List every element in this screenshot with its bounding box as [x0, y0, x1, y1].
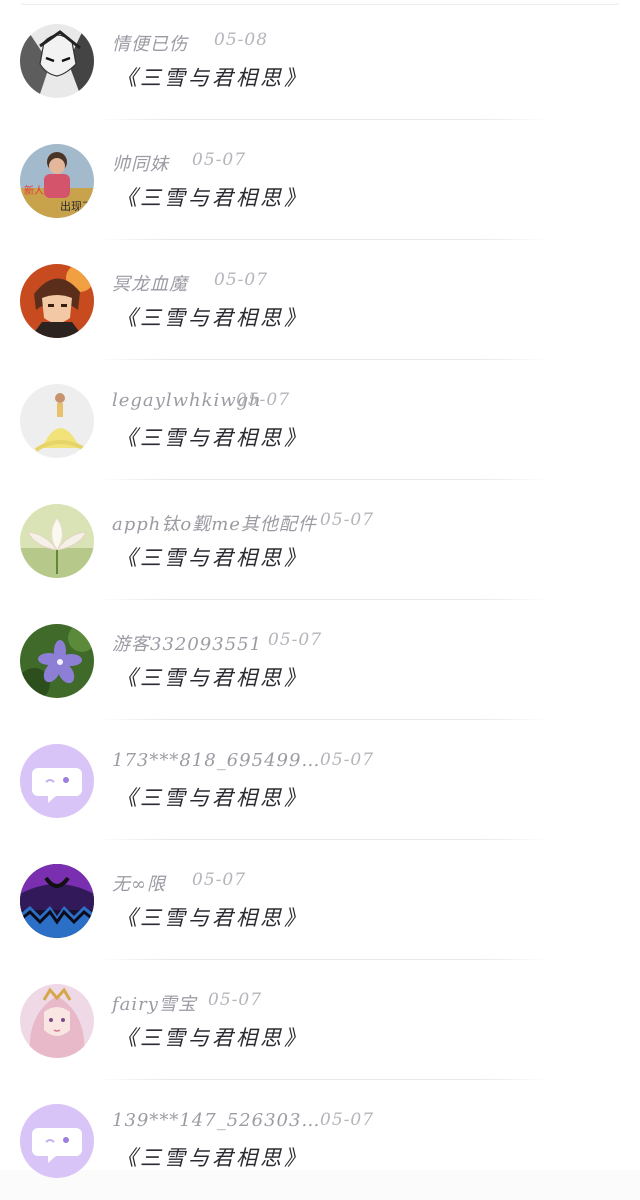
comment-meta: apph钛o觐me其他配件 05-07: [112, 510, 373, 538]
lotus-flower-avatar[interactable]: [20, 504, 94, 578]
svg-text:出现了: 出现了: [60, 199, 93, 213]
username[interactable]: apph钛o觐me其他配件: [112, 514, 317, 535]
comment-meta: 无∞限 05-07: [112, 870, 245, 898]
comment-row[interactable]: 情便已伤 05-08 《三雪与君相思》: [0, 0, 640, 120]
comment-text: 《三雪与君相思》: [116, 546, 308, 570]
purple-flower-avatar[interactable]: [20, 624, 94, 698]
comment-date: 05-07: [236, 390, 291, 410]
comment-meta: 173***818_695499… 05-07: [112, 750, 373, 778]
comment-meta: legaylwhkiwgh 05-07: [112, 390, 289, 418]
comment-row[interactable]: legaylwhkiwgh 05-07 《三雪与君相思》: [0, 360, 640, 480]
username[interactable]: 冥龙血魔: [112, 274, 188, 295]
fairy-princess-avatar[interactable]: [20, 984, 94, 1058]
comment-text: 《三雪与君相思》: [116, 906, 308, 930]
username[interactable]: fairy雪宝: [112, 994, 197, 1015]
comment-meta: fairy雪宝 05-07: [112, 990, 261, 1018]
username[interactable]: 情便已伤: [112, 34, 188, 55]
comment-date: 05-07: [192, 870, 247, 890]
comment-row[interactable]: 游客332093551 05-07 《三雪与君相思》: [0, 600, 640, 720]
svg-text:新人: 新人: [24, 184, 44, 197]
comment-row[interactable]: 无∞限 05-07 《三雪与君相思》: [0, 840, 640, 960]
comment-date: 05-07: [320, 1110, 375, 1130]
comment-text: 《三雪与君相思》: [116, 66, 308, 90]
comment-text: 《三雪与君相思》: [116, 186, 308, 210]
dark-abstract-avatar[interactable]: [20, 864, 94, 938]
child-photo-avatar[interactable]: 新人出现了: [20, 144, 94, 218]
comment-meta: 情便已伤 05-08: [112, 30, 267, 58]
comment-row[interactable]: 新人出现了 帅同妹 05-07 《三雪与君相思》: [0, 120, 640, 240]
comment-list: 情便已伤 05-08 《三雪与君相思》 新人出现了 帅同妹 05-07 《三雪与…: [0, 0, 640, 1200]
comment-meta: 139***147_526303… 05-07: [112, 1110, 373, 1138]
username[interactable]: 游客332093551: [112, 634, 262, 655]
username[interactable]: 139***147_526303…: [112, 1110, 320, 1131]
comment-list-page: 情便已伤 05-08 《三雪与君相思》 新人出现了 帅同妹 05-07 《三雪与…: [0, 0, 640, 1178]
comment-date: 05-07: [192, 150, 247, 170]
yellow-dress-avatar[interactable]: [20, 384, 94, 458]
comment-row[interactable]: apph钛o觐me其他配件 05-07 《三雪与君相思》: [0, 480, 640, 600]
comment-date: 05-07: [320, 510, 375, 530]
comment-meta: 冥龙血魔 05-07: [112, 270, 267, 298]
comment-date: 05-07: [208, 990, 263, 1010]
default-chat-avatar[interactable]: [20, 744, 94, 818]
comment-meta: 帅同妹 05-07: [112, 150, 245, 178]
comment-date: 05-07: [268, 630, 323, 650]
comment-row[interactable]: 173***818_695499… 05-07 《三雪与君相思》: [0, 720, 640, 840]
comment-text: 《三雪与君相思》: [116, 306, 308, 330]
comment-text: 《三雪与君相思》: [116, 1146, 308, 1170]
comment-meta: 游客332093551 05-07: [112, 630, 321, 658]
comment-date: 05-08: [214, 30, 269, 50]
comment-text: 《三雪与君相思》: [116, 426, 308, 450]
anime-girl-avatar[interactable]: [20, 24, 94, 98]
comment-date: 05-07: [214, 270, 269, 290]
comment-text: 《三雪与君相思》: [116, 786, 308, 810]
comment-date: 05-07: [320, 750, 375, 770]
username[interactable]: 帅同妹: [112, 154, 169, 175]
username[interactable]: 173***818_695499…: [112, 750, 320, 771]
comment-text: 《三雪与君相思》: [116, 666, 308, 690]
comment-row[interactable]: fairy雪宝 05-07 《三雪与君相思》: [0, 960, 640, 1080]
anime-boy-avatar[interactable]: [20, 264, 94, 338]
default-chat-avatar[interactable]: [20, 1104, 94, 1178]
comment-row[interactable]: 冥龙血魔 05-07 《三雪与君相思》: [0, 240, 640, 360]
comment-row[interactable]: 139***147_526303… 05-07 《三雪与君相思》: [0, 1080, 640, 1200]
username[interactable]: 无∞限: [112, 874, 166, 895]
comment-text: 《三雪与君相思》: [116, 1026, 308, 1050]
